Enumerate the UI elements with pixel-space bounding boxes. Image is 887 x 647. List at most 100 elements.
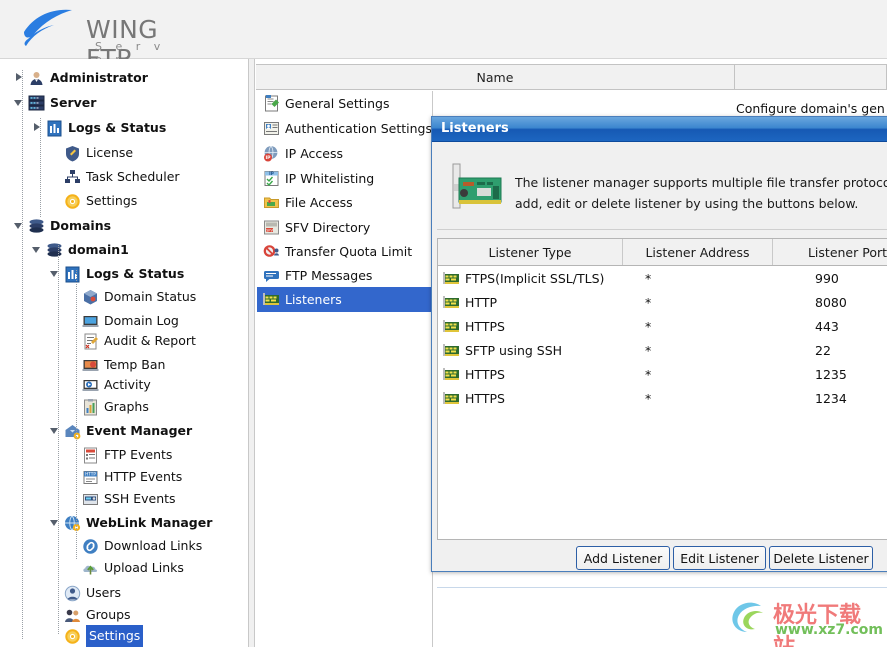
listener-address-cell: * xyxy=(645,270,652,286)
tree-item-activity[interactable]: Activity xyxy=(82,375,151,395)
temp-ban-icon xyxy=(82,357,99,374)
settings-item-listeners[interactable]: Listeners xyxy=(257,287,433,312)
tree-item-settings[interactable]: Settings xyxy=(64,191,137,211)
listener-type-cell: SFTP using SSH xyxy=(438,342,623,359)
tree-item-task-scheduler[interactable]: Task Scheduler xyxy=(64,167,180,187)
dialog-info-line2: add, edit or delete listener by using th… xyxy=(515,196,859,211)
settings-item-ip-access[interactable]: IP IP Access xyxy=(257,141,433,166)
listener-row[interactable]: HTTPS * 1235 xyxy=(438,362,887,386)
column-header-name[interactable]: Name xyxy=(256,65,735,89)
settings-item-general-settings[interactable]: General Settings xyxy=(257,91,433,116)
listener-row-icon xyxy=(443,319,459,332)
chevron-down-icon[interactable] xyxy=(32,244,43,255)
column-header-listener-address[interactable]: Listener Address xyxy=(623,239,773,265)
tree-item-domains[interactable]: Domains xyxy=(14,216,111,236)
listener-row[interactable]: HTTP * 8080 xyxy=(438,290,887,314)
tree-item-domain-status[interactable]: Domain Status xyxy=(82,287,196,307)
tree-guide-line xyxy=(76,270,77,560)
settings-item-authentication-settings[interactable]: Authentication Settings xyxy=(257,116,433,141)
settings-item-file-access[interactable]: File Access xyxy=(257,190,433,215)
dialog-info-text: The listener manager supports multiple f… xyxy=(515,172,887,214)
listener-row-icon xyxy=(443,391,459,404)
column-header-listener-type[interactable]: Listener Type xyxy=(438,239,623,265)
tree-item-domain-log[interactable]: Domain Log xyxy=(82,311,179,331)
chevron-down-icon[interactable] xyxy=(50,425,61,436)
add-listener-button[interactable]: Add Listener xyxy=(576,546,670,570)
authentication-settings-icon xyxy=(263,120,280,137)
column-header-listener-port[interactable]: Listener Port xyxy=(773,239,887,265)
tree-item-ftp-events[interactable]: FTP Events xyxy=(82,445,172,465)
tree-item-temp-ban[interactable]: Temp Ban xyxy=(82,355,165,375)
tree-item-logs-status[interactable]: Logs & Status xyxy=(34,118,166,138)
chevron-down-icon[interactable] xyxy=(50,268,61,279)
tree-item-event-manager[interactable]: Event Manager xyxy=(50,421,192,441)
dialog-title-bar[interactable]: Listeners xyxy=(432,117,887,142)
transfer-quota-limit-icon xyxy=(263,243,280,260)
logs-status-icon xyxy=(64,266,81,283)
settings-item-transfer-quota-limit[interactable]: Transfer Quota Limit xyxy=(257,239,433,264)
tree-item-graphs[interactable]: Graphs xyxy=(82,397,149,417)
chevron-down-icon[interactable] xyxy=(50,517,61,528)
navigation-tree[interactable]: Administrator Server Logs & Status License T… xyxy=(0,59,248,647)
ftp-messages-icon xyxy=(263,267,280,284)
settings-item-sfv-directory[interactable]: SFV SFV Directory xyxy=(257,215,433,240)
listener-row[interactable]: SFTP using SSH * 22 xyxy=(438,338,887,362)
app-logo: WING FTP S e r v e r xyxy=(10,2,185,73)
tree-item-weblink-manager[interactable]: WebLink Manager xyxy=(50,513,212,533)
listener-type-label: HTTPS xyxy=(465,318,505,334)
logs-status-icon xyxy=(47,120,62,136)
listener-row[interactable]: FTPS(Implicit SSL/TLS) * 990 xyxy=(438,266,887,290)
watermark-url-text: www.xz7.com xyxy=(775,622,883,638)
ip-access-icon: IP xyxy=(263,145,280,162)
upload-links-icon xyxy=(83,565,98,574)
listener-row[interactable]: HTTPS * 1234 xyxy=(438,386,887,410)
ftp-events-icon xyxy=(82,447,99,464)
event-manager-icon xyxy=(65,424,81,439)
tree-item-license[interactable]: License xyxy=(64,143,133,163)
settings-item-label: General Settings xyxy=(285,96,390,111)
settings-gear-icon xyxy=(65,193,80,209)
chevron-down-icon[interactable] xyxy=(14,97,25,108)
listeners-table: Listener Type Listener Address Listener … xyxy=(437,238,887,540)
tree-item-label: Download Links xyxy=(104,538,203,553)
listener-row[interactable]: HTTPS * 443 xyxy=(438,314,887,338)
settings-list-header: Name xyxy=(256,64,887,90)
ip-whitelisting-icon: IP xyxy=(264,171,279,187)
listener-port-cell: 990 xyxy=(815,270,839,286)
listener-type-cell: FTPS(Implicit SSL/TLS) xyxy=(438,270,623,287)
audit-report-icon xyxy=(84,333,98,349)
settings-item-label: SFV Directory xyxy=(285,220,371,235)
chevron-down-icon[interactable] xyxy=(14,220,25,231)
chevron-right-icon[interactable] xyxy=(14,72,25,83)
tree-item-download-links[interactable]: Download Links xyxy=(82,536,202,556)
delete-listener-button[interactable]: Delete Listener xyxy=(769,546,873,570)
tree-item-label: Activity xyxy=(104,377,151,392)
tree-item-audit-report[interactable]: Audit & Report xyxy=(82,331,196,351)
tree-item-server[interactable]: Server xyxy=(14,93,96,113)
settings-item-label: IP Access xyxy=(285,146,343,161)
tree-item-label: Administrator xyxy=(50,70,148,85)
app-header: WING FTP S e r v e r xyxy=(0,0,887,73)
tree-item-administrator[interactable]: Administrator xyxy=(16,68,148,88)
panel-splitter[interactable] xyxy=(248,59,255,647)
tree-item-settings[interactable]: Settings xyxy=(64,624,144,647)
tree-item-upload-links[interactable]: Upload Links xyxy=(82,558,184,578)
settings-item-ip-whitelisting[interactable]: IP IP Whitelisting xyxy=(257,166,433,191)
settings-item-label: FTP Messages xyxy=(285,268,373,283)
domains-icon xyxy=(29,218,44,233)
tree-item-http-events[interactable]: HTTP HTTP Events xyxy=(82,467,182,487)
task-scheduler-icon xyxy=(65,169,80,183)
column-header-description[interactable] xyxy=(735,65,886,89)
tree-item-logs-status[interactable]: Logs & Status xyxy=(50,264,184,284)
download-links-icon xyxy=(83,538,98,554)
edit-listener-button[interactable]: Edit Listener xyxy=(673,546,766,570)
tree-item-label: domain1 xyxy=(68,242,129,257)
settings-gear-icon xyxy=(64,193,81,210)
tree-item-users[interactable]: Users xyxy=(64,583,121,603)
settings-item-ftp-messages[interactable]: FTP Messages xyxy=(257,263,433,288)
listeners-icon xyxy=(263,291,280,308)
tree-item-ssh-events[interactable]: SSH Events xyxy=(82,489,176,509)
tree-item-groups[interactable]: Groups xyxy=(64,605,131,625)
chevron-right-icon[interactable] xyxy=(32,122,43,133)
listener-type-label: FTPS(Implicit SSL/TLS) xyxy=(465,270,605,286)
